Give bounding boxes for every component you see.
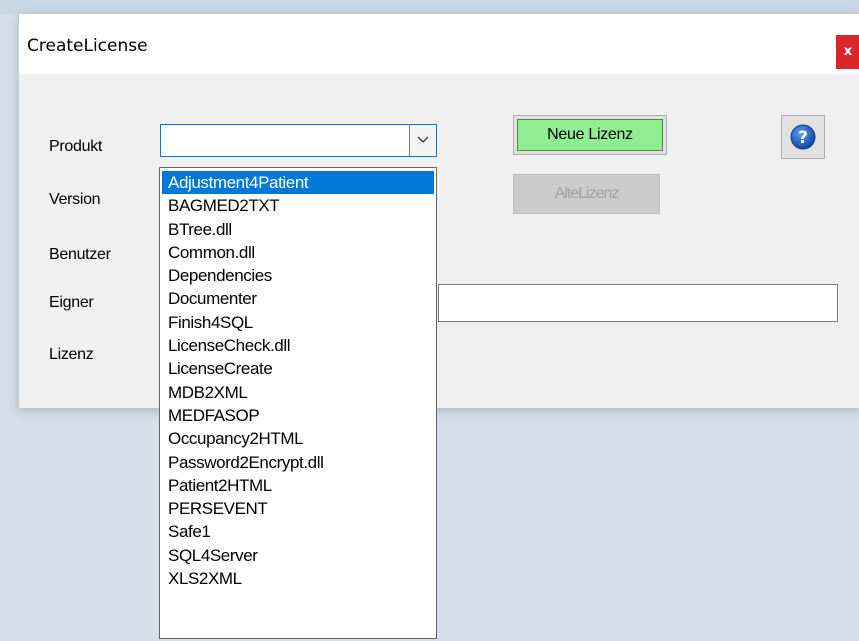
dropdown-item[interactable]: Finish4SQL — [160, 311, 436, 334]
desktop-background — [0, 0, 859, 14]
dropdown-item[interactable]: SQL4Server — [160, 544, 436, 567]
window-title: CreateLicense — [27, 36, 148, 56]
dropdown-item[interactable]: MEDFASOP — [160, 404, 436, 427]
dropdown-item[interactable]: MDB2XML — [160, 381, 436, 404]
dropdown-item[interactable]: LicenseCreate — [160, 357, 436, 380]
old-license-button[interactable]: AlteLizenz — [513, 174, 660, 214]
new-license-button[interactable]: Neue Lizenz — [513, 115, 667, 155]
new-license-button-label: Neue Lizenz — [517, 119, 663, 151]
label-license: Lizenz — [49, 346, 94, 363]
label-owner: Eigner — [49, 294, 94, 311]
dropdown-item[interactable]: Patient2HTML — [160, 474, 436, 497]
dropdown-item[interactable]: BAGMED2TXT — [160, 194, 436, 217]
label-user: Benutzer — [49, 246, 111, 263]
dropdown-item[interactable]: BTree.dll — [160, 218, 436, 241]
label-product: Produkt — [49, 138, 103, 155]
owner-input[interactable] — [438, 284, 838, 322]
dropdown-item[interactable]: Password2Encrypt.dll — [160, 451, 436, 474]
dropdown-item[interactable]: Safe1 — [160, 520, 436, 543]
dropdown-item[interactable]: Common.dll — [160, 241, 436, 264]
label-version: Version — [49, 191, 101, 208]
create-license-window: CreateLicense x Produkt Version Benutzer… — [18, 14, 859, 408]
dropdown-item[interactable]: LicenseCheck.dll — [160, 334, 436, 357]
dropdown-item[interactable]: Occupancy2HTML — [160, 427, 436, 450]
dropdown-item[interactable]: Dependencies — [160, 264, 436, 287]
dropdown-item[interactable]: Documenter — [160, 287, 436, 310]
product-dropdown-list[interactable]: Adjustment4Patient BAGMED2TXT BTree.dll Com… — [159, 167, 437, 639]
chevron-down-icon — [417, 136, 429, 143]
combobox-dropdown-button[interactable] — [409, 125, 436, 156]
dropdown-item[interactable]: PERSEVENT — [160, 497, 436, 520]
close-button[interactable]: x — [836, 35, 859, 69]
product-combobox[interactable] — [160, 124, 437, 157]
help-question-icon: ? — [790, 124, 816, 150]
dropdown-item[interactable]: Adjustment4Patient — [162, 171, 434, 195]
svg-text:?: ? — [798, 128, 808, 148]
help-button[interactable]: ? — [781, 115, 825, 159]
dropdown-item[interactable]: XLS2XML — [160, 567, 436, 590]
title-bar[interactable]: CreateLicense x — [19, 14, 859, 74]
